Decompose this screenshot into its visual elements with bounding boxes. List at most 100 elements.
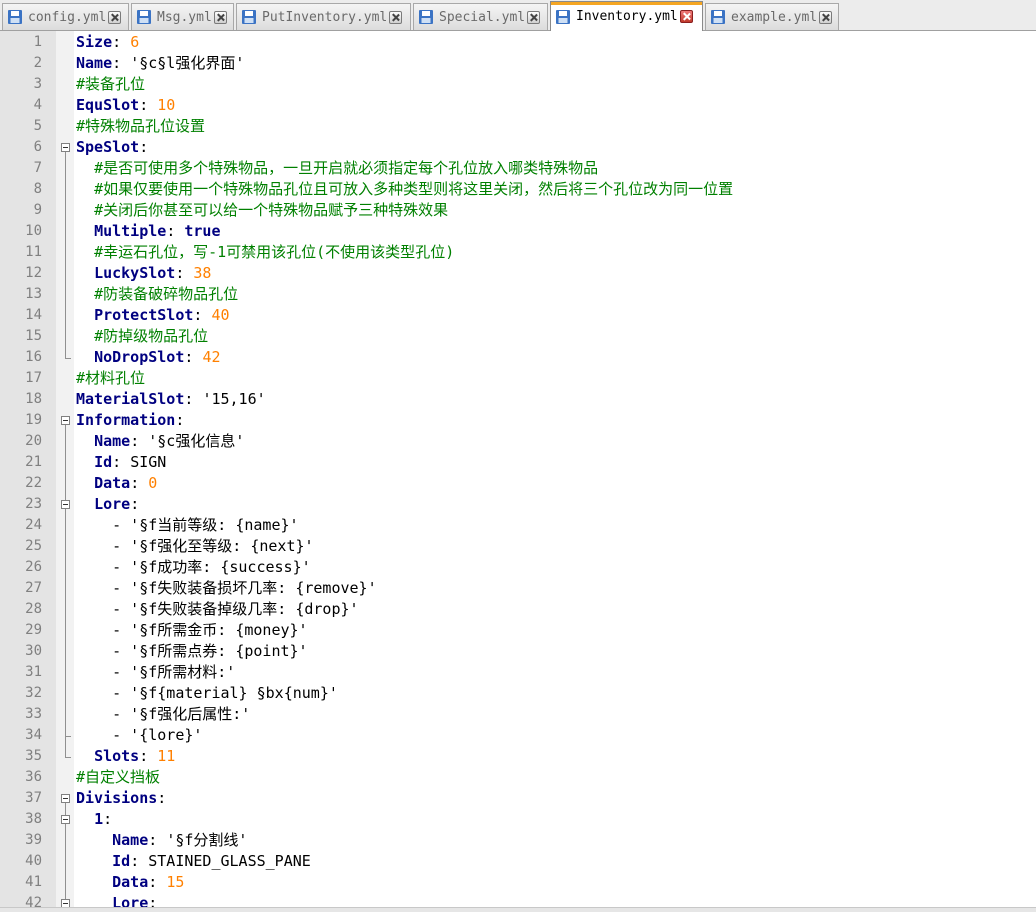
line-content[interactable]: Id: SIGN bbox=[76, 452, 166, 473]
code-line[interactable]: 5 #特殊物品孔位设置 bbox=[0, 116, 1036, 137]
code-line[interactable]: 34 - '{lore}' bbox=[0, 725, 1036, 746]
close-icon[interactable] bbox=[679, 10, 693, 23]
code-line[interactable]: 41 Data: 15 bbox=[0, 872, 1036, 893]
line-content[interactable]: - '§f失败装备损坏几率: {remove}' bbox=[76, 578, 377, 599]
line-content[interactable]: - '§f失败装备掉级几率: {drop}' bbox=[76, 599, 358, 620]
code-line[interactable]: 31 - '§f所需材料:' bbox=[0, 662, 1036, 683]
line-content[interactable]: NoDropSlot: 42 bbox=[76, 347, 220, 368]
tab-example-yml[interactable]: example.yml bbox=[705, 3, 839, 30]
code-editor[interactable]: 1 Size: 6 2 Name: '§c§l强化界面' 3 #装备孔位 4 EquSlot:… bbox=[0, 31, 1036, 912]
line-content[interactable]: 1: bbox=[76, 809, 112, 830]
line-content[interactable]: LuckySlot: 38 bbox=[76, 263, 211, 284]
code-line[interactable]: 8 #如果仅要使用一个特殊物品孔位且可放入多种类型则将这里关闭，然后将三个孔位改… bbox=[0, 179, 1036, 200]
line-content[interactable]: MaterialSlot: '15,16' bbox=[76, 389, 266, 410]
code-line[interactable]: 36 #自定义挡板 bbox=[0, 767, 1036, 788]
line-content[interactable]: Divisions: bbox=[76, 788, 166, 809]
line-content[interactable]: SpeSlot: bbox=[76, 137, 148, 158]
line-content[interactable]: #是否可使用多个特殊物品，一旦开启就必须指定每个孔位放入哪类特殊物品 bbox=[76, 158, 598, 179]
code-line[interactable]: 2 Name: '§c§l强化界面' bbox=[0, 53, 1036, 74]
code-line[interactable]: 28 - '§f失败装备掉级几率: {drop}' bbox=[0, 599, 1036, 620]
code-line[interactable]: 21 Id: SIGN bbox=[0, 452, 1036, 473]
fold-toggle-icon[interactable] bbox=[61, 500, 70, 509]
code-line[interactable]: 9 #关闭后你甚至可以给一个特殊物品赋予三种特殊效果 bbox=[0, 200, 1036, 221]
fold-toggle-icon[interactable] bbox=[61, 794, 70, 803]
code-line[interactable]: 6 SpeSlot: bbox=[0, 137, 1036, 158]
tab-putinventory-yml[interactable]: PutInventory.yml bbox=[236, 3, 411, 30]
code-line[interactable]: 14 ProtectSlot: 40 bbox=[0, 305, 1036, 326]
code-line[interactable]: 23 Lore: bbox=[0, 494, 1036, 515]
code-line[interactable]: 30 - '§f所需点券: {point}' bbox=[0, 641, 1036, 662]
line-content[interactable]: Multiple: true bbox=[76, 221, 220, 242]
line-content[interactable]: #装备孔位 bbox=[76, 74, 145, 95]
code-line[interactable]: 4 EquSlot: 10 bbox=[0, 95, 1036, 116]
line-content[interactable]: Name: '§c强化信息' bbox=[76, 431, 244, 452]
line-content[interactable]: - '§f所需材料:' bbox=[76, 662, 235, 683]
code-line[interactable]: 10 Multiple: true bbox=[0, 221, 1036, 242]
code-line[interactable]: 32 - '§f{material} §bx{num}' bbox=[0, 683, 1036, 704]
code-line[interactable]: 20 Name: '§c强化信息' bbox=[0, 431, 1036, 452]
code-line[interactable]: 33 - '§f强化后属性:' bbox=[0, 704, 1036, 725]
tab-special-yml[interactable]: Special.yml bbox=[413, 3, 548, 30]
code-line[interactable]: 1 Size: 6 bbox=[0, 32, 1036, 53]
line-content[interactable]: #特殊物品孔位设置 bbox=[76, 116, 205, 137]
fold-toggle-icon[interactable] bbox=[61, 416, 70, 425]
line-content[interactable]: - '§f当前等级: {name}' bbox=[76, 515, 298, 536]
code-line[interactable]: 39 Name: '§f分割线' bbox=[0, 830, 1036, 851]
code-line[interactable]: 15 #防掉级物品孔位 bbox=[0, 326, 1036, 347]
code-line[interactable]: 26 - '§f成功率: {success}' bbox=[0, 557, 1036, 578]
code-line[interactable]: 25 - '§f强化至等级: {next}' bbox=[0, 536, 1036, 557]
tab-msg-yml[interactable]: Msg.yml bbox=[131, 3, 234, 30]
code-line[interactable]: 24 - '§f当前等级: {name}' bbox=[0, 515, 1036, 536]
line-content[interactable]: - '§f{material} §bx{num}' bbox=[76, 683, 338, 704]
line-content[interactable]: ProtectSlot: 40 bbox=[76, 305, 229, 326]
code-line[interactable]: 40 Id: STAINED_GLASS_PANE bbox=[0, 851, 1036, 872]
line-content[interactable]: Size: 6 bbox=[76, 32, 139, 53]
line-content[interactable]: #幸运石孔位，写-1可禁用该孔位(不使用该类型孔位) bbox=[76, 242, 454, 263]
line-content[interactable]: #关闭后你甚至可以给一个特殊物品赋予三种特殊效果 bbox=[76, 200, 448, 221]
close-icon[interactable] bbox=[527, 10, 541, 24]
line-content[interactable]: #材料孔位 bbox=[76, 368, 145, 389]
code-line[interactable]: 13 #防装备破碎物品孔位 bbox=[0, 284, 1036, 305]
line-content[interactable]: - '{lore}' bbox=[76, 725, 202, 746]
line-content[interactable]: - '§f强化后属性:' bbox=[76, 704, 250, 725]
line-content[interactable]: #自定义挡板 bbox=[76, 767, 160, 788]
code-line[interactable]: 22 Data: 0 bbox=[0, 473, 1036, 494]
code-line[interactable]: 37 Divisions: bbox=[0, 788, 1036, 809]
line-content[interactable]: Slots: 11 bbox=[76, 746, 175, 767]
tab-config-yml[interactable]: config.yml bbox=[2, 3, 129, 30]
line-content[interactable]: Name: '§c§l强化界面' bbox=[76, 53, 244, 74]
code-line[interactable]: 7 #是否可使用多个特殊物品，一旦开启就必须指定每个孔位放入哪类特殊物品 bbox=[0, 158, 1036, 179]
code-line[interactable]: 17 #材料孔位 bbox=[0, 368, 1036, 389]
line-content[interactable]: #如果仅要使用一个特殊物品孔位且可放入多种类型则将这里关闭，然后将三个孔位改为同… bbox=[76, 179, 733, 200]
code-line[interactable]: 3 #装备孔位 bbox=[0, 74, 1036, 95]
close-icon[interactable] bbox=[389, 10, 403, 24]
line-content[interactable]: Data: 15 bbox=[76, 872, 184, 893]
line-content[interactable]: - '§f强化至等级: {next}' bbox=[76, 536, 313, 557]
close-icon[interactable] bbox=[819, 10, 833, 24]
code-line[interactable]: 38 1: bbox=[0, 809, 1036, 830]
horizontal-scrollbar[interactable] bbox=[0, 907, 1036, 912]
code-line[interactable]: 27 - '§f失败装备损坏几率: {remove}' bbox=[0, 578, 1036, 599]
line-content[interactable]: - '§f所需点券: {point}' bbox=[76, 641, 307, 662]
line-content[interactable]: Lore: bbox=[76, 494, 139, 515]
tab-inventory-yml[interactable]: Inventory.yml bbox=[550, 1, 703, 31]
line-content[interactable]: Name: '§f分割线' bbox=[76, 830, 247, 851]
code-line[interactable]: 18 MaterialSlot: '15,16' bbox=[0, 389, 1036, 410]
close-icon[interactable] bbox=[213, 10, 227, 24]
code-line[interactable]: 29 - '§f所需金币: {money}' bbox=[0, 620, 1036, 641]
line-content[interactable]: Data: 0 bbox=[76, 473, 157, 494]
fold-toggle-icon[interactable] bbox=[61, 143, 70, 152]
line-content[interactable]: - '§f所需金币: {money}' bbox=[76, 620, 307, 641]
line-content[interactable]: Id: STAINED_GLASS_PANE bbox=[76, 851, 311, 872]
code-line[interactable]: 19 Information: bbox=[0, 410, 1036, 431]
code-line[interactable]: 12 LuckySlot: 38 bbox=[0, 263, 1036, 284]
line-content[interactable]: Information: bbox=[76, 410, 184, 431]
code-line[interactable]: 35 Slots: 11 bbox=[0, 746, 1036, 767]
fold-toggle-icon[interactable] bbox=[61, 815, 70, 824]
code-line[interactable]: 11 #幸运石孔位，写-1可禁用该孔位(不使用该类型孔位) bbox=[0, 242, 1036, 263]
line-content[interactable]: - '§f成功率: {success}' bbox=[76, 557, 311, 578]
line-content[interactable]: #防装备破碎物品孔位 bbox=[76, 284, 238, 305]
close-icon[interactable] bbox=[108, 10, 122, 24]
line-content[interactable]: #防掉级物品孔位 bbox=[76, 326, 208, 347]
code-line[interactable]: 16 NoDropSlot: 42 bbox=[0, 347, 1036, 368]
